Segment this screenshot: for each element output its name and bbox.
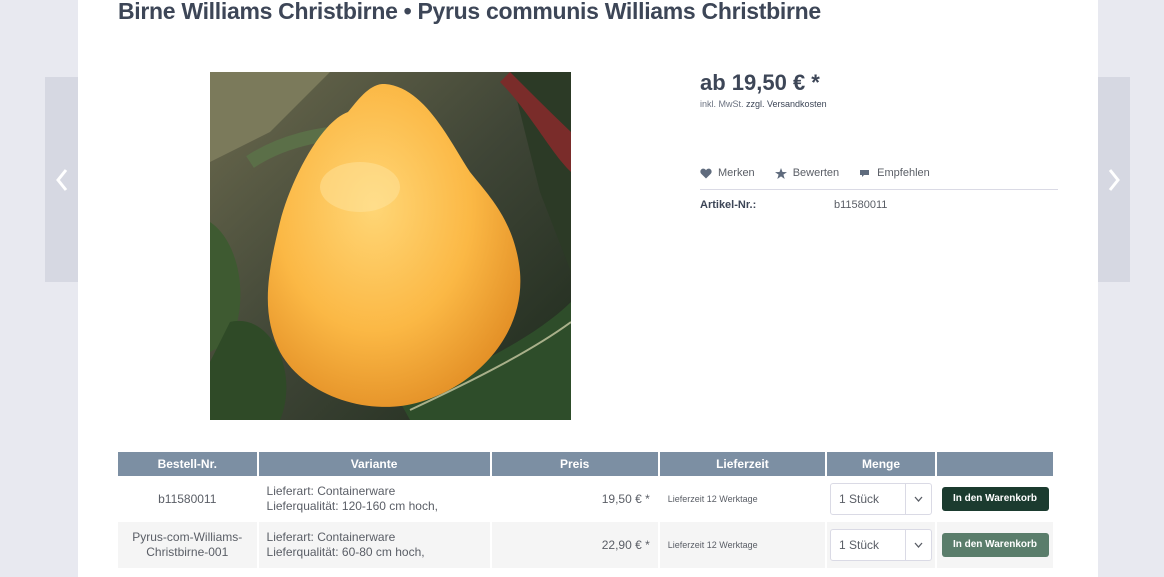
tax-note: inkl. MwSt. zzgl. Versandkosten bbox=[700, 99, 827, 109]
dropdown-arrow bbox=[905, 530, 931, 560]
row-variant: Lieferart: Containerware Lieferqualität:… bbox=[258, 522, 490, 568]
recommend-label: Empfehlen bbox=[877, 167, 930, 179]
sku-label: Artikel-Nr.: bbox=[700, 199, 757, 211]
shipping-costs-link[interactable]: zzgl. Versandkosten bbox=[746, 99, 827, 109]
variant-quality: Lieferqualität: 120-160 cm hoch, bbox=[266, 499, 438, 513]
chevron-right-icon bbox=[1108, 168, 1120, 191]
quantity-value: 1 Stück bbox=[839, 492, 880, 506]
chevron-down-icon bbox=[914, 542, 923, 548]
variant-delivery-type: Lieferart: Containerware bbox=[266, 530, 396, 544]
row-delivery-time: Lieferzeit 12 Werktage bbox=[659, 522, 826, 568]
dropdown-arrow bbox=[905, 484, 931, 514]
row-price: 22,90 € * bbox=[491, 522, 658, 568]
add-to-cart-button[interactable]: In den Warenkorb bbox=[941, 487, 1049, 511]
row-sku: Pyrus-com-Williams- Christbirne-001 bbox=[118, 522, 257, 568]
recommend-action[interactable]: Empfehlen bbox=[859, 167, 930, 189]
row-action: In den Warenkorb bbox=[937, 522, 1053, 568]
rate-label: Bewerten bbox=[792, 167, 840, 179]
row-delivery-time: Lieferzeit 12 Werktage bbox=[667, 494, 758, 504]
variant-quality: Lieferqualität: 60-80 cm hoch, bbox=[266, 545, 425, 559]
header-action bbox=[937, 452, 1053, 476]
row-variant: Lieferart: Containerware Lieferqualität:… bbox=[259, 476, 490, 522]
quantity-value: 1 Stück bbox=[839, 538, 880, 552]
row-quantity: 1 Stück bbox=[827, 476, 935, 522]
chevron-left-icon bbox=[55, 168, 67, 191]
variants-table: Bestell-Nr. Variante Preis Lieferzeit Me… bbox=[116, 452, 1055, 568]
add-to-cart-button[interactable]: In den Warenkorb bbox=[941, 533, 1049, 557]
product-detail-page: Birne Williams Christbirne • Pyrus commu… bbox=[78, 0, 1098, 577]
row-action: In den Warenkorb bbox=[937, 476, 1053, 522]
row-quantity: 1 Stück bbox=[827, 522, 936, 568]
row-price: 19,50 € * bbox=[601, 492, 650, 506]
product-price: ab 19,50 € * bbox=[700, 70, 820, 95]
previous-product-button[interactable] bbox=[45, 77, 78, 282]
remember-label: Merken bbox=[718, 167, 755, 179]
sku-line-1: Pyrus-com-Williams- bbox=[132, 530, 243, 544]
product-image[interactable] bbox=[210, 72, 571, 420]
sku-row: Artikel-Nr.: b11580011 bbox=[700, 199, 1058, 211]
row-sku: b11580011 bbox=[158, 491, 217, 506]
header-delivery: Lieferzeit bbox=[659, 452, 826, 476]
heart-icon bbox=[700, 168, 712, 179]
header-quantity: Menge bbox=[827, 452, 936, 476]
comment-icon bbox=[860, 170, 870, 177]
product-actions: Merken Bewerten Empfehlen bbox=[700, 167, 1058, 190]
header-price: Preis bbox=[491, 452, 658, 476]
chevron-down-icon bbox=[914, 496, 923, 502]
table-row: Pyrus-com-Williams- Christbirne-001 Lief… bbox=[118, 522, 1053, 568]
next-product-button[interactable] bbox=[1098, 77, 1130, 282]
sku-line-2: Christbirne-001 bbox=[146, 545, 229, 559]
table-header-row: Bestell-Nr. Variante Preis Lieferzeit Me… bbox=[118, 452, 1053, 476]
remember-action[interactable]: Merken bbox=[700, 167, 755, 189]
rate-action[interactable]: Bewerten bbox=[774, 167, 840, 189]
sku-value: b11580011 bbox=[834, 199, 888, 211]
quantity-select[interactable]: 1 Stück bbox=[830, 483, 933, 515]
quantity-select[interactable]: 1 Stück bbox=[830, 529, 933, 561]
table-row: b11580011 Lieferart: Containerware Liefe… bbox=[118, 476, 1053, 522]
variant-delivery-type: Lieferart: Containerware bbox=[266, 484, 396, 498]
tax-text: inkl. MwSt. bbox=[700, 99, 744, 109]
header-sku: Bestell-Nr. bbox=[118, 452, 257, 476]
product-title: Birne Williams Christbirne • Pyrus commu… bbox=[118, 0, 821, 24]
header-variant: Variante bbox=[258, 452, 490, 476]
star-icon bbox=[774, 168, 787, 179]
